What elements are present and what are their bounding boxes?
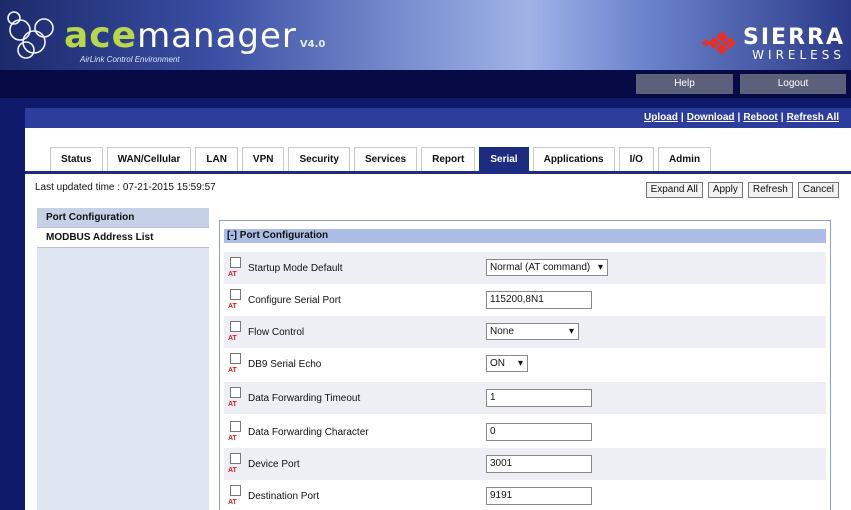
config-row: AT Device Port 3001 <box>224 448 826 480</box>
serial-echo-select[interactable]: ON ▾ <box>486 355 528 372</box>
flow-control-select[interactable]: None ▾ <box>486 323 579 340</box>
tab-vpn[interactable]: VPN <box>241 147 285 171</box>
row-label: Startup Mode Default <box>248 263 343 274</box>
forwarding-character-input[interactable]: 0 <box>486 423 592 441</box>
link-separator: | <box>780 112 784 123</box>
row-checkbox[interactable] <box>230 387 241 398</box>
row-label: Flow Control <box>248 327 305 338</box>
action-buttons: Expand All Apply Refresh Cancel <box>645 182 839 198</box>
sidebar-item-modbus-address-list[interactable]: MODBUS Address List <box>37 228 209 248</box>
config-row: AT Destination Port 9191 <box>224 480 826 510</box>
config-row: AT Data Forwarding Timeout 1 <box>224 382 826 414</box>
brand-diamond-icon <box>702 31 736 55</box>
row-checkbox[interactable] <box>230 289 241 300</box>
cancel-button[interactable]: Cancel <box>797 182 839 198</box>
select-value: ON <box>490 358 505 369</box>
at-badge: AT <box>228 303 237 310</box>
at-badge: AT <box>228 401 237 408</box>
action-links: Upload | Download | Reboot | Refresh All <box>644 112 839 123</box>
row-label: Data Forwarding Timeout <box>248 393 361 404</box>
header-banner: acemanager V4.0 AirLink Control Environme… <box>0 0 851 70</box>
upload-link[interactable]: Upload <box>644 112 678 123</box>
row-checkbox[interactable] <box>230 353 241 364</box>
refresh-all-link[interactable]: Refresh All <box>787 112 839 123</box>
brand-wordmark: SIERRA WIRELESS <box>743 25 845 63</box>
sidebar: Port Configuration MODBUS Address List <box>37 208 209 510</box>
serial-port-input[interactable]: 115200,8N1 <box>486 291 592 309</box>
tab-status[interactable]: Status <box>50 147 103 171</box>
row-checkbox[interactable] <box>230 421 241 432</box>
download-link[interactable]: Download <box>687 112 735 123</box>
links-bar: Upload | Download | Reboot | Refresh All <box>25 108 851 128</box>
top-nav-bar: Help Logout <box>0 70 851 98</box>
chevron-down-icon: ▾ <box>597 262 603 273</box>
at-badge: AT <box>228 499 237 506</box>
tab-serial[interactable]: Serial <box>479 147 529 171</box>
config-row: AT Configure Serial Port 115200,8N1 <box>224 284 826 316</box>
at-badge: AT <box>228 335 237 342</box>
config-row: AT Startup Mode Default Normal (AT comma… <box>224 252 826 284</box>
tab-underline <box>25 171 851 174</box>
section-header[interactable]: [-] Port Configuration <box>224 229 826 243</box>
row-checkbox[interactable] <box>230 257 241 268</box>
config-row: AT Data Forwarding Character 0 <box>224 416 826 448</box>
apply-button[interactable]: Apply <box>707 182 743 198</box>
select-value: None <box>490 326 514 337</box>
at-badge: AT <box>228 435 237 442</box>
logo-ace: ace <box>64 15 138 56</box>
row-checkbox[interactable] <box>230 321 241 332</box>
tab-wan-cellular[interactable]: WAN/Cellular <box>106 147 192 171</box>
link-separator: | <box>680 112 684 123</box>
logout-button[interactable]: Logout <box>740 74 846 94</box>
reboot-link[interactable]: Reboot <box>743 112 777 123</box>
link-separator: | <box>737 112 741 123</box>
brand-line1: SIERRA <box>743 25 845 50</box>
row-label: DB9 Serial Echo <box>248 359 322 370</box>
version-label: V4.0 <box>299 39 326 50</box>
refresh-button[interactable]: Refresh <box>747 182 793 198</box>
at-badge: AT <box>228 367 237 374</box>
main-tabs: Status WAN/Cellular LAN VPN Security Ser… <box>50 147 712 171</box>
logo-subtitle: AirLink Control Environment <box>80 55 180 64</box>
tab-applications[interactable]: Applications <box>532 147 615 171</box>
row-label: Device Port <box>248 459 300 470</box>
config-row: AT Flow Control None ▾ <box>224 316 826 348</box>
app-logo: acemanager V4.0 <box>64 15 326 56</box>
chevron-down-icon: ▾ <box>568 326 574 337</box>
destination-port-input[interactable]: 9191 <box>486 487 592 505</box>
last-updated-text: Last updated time : 07-21-2015 15:59:57 <box>35 182 216 193</box>
sidebar-item-port-configuration[interactable]: Port Configuration <box>37 208 209 228</box>
tab-io[interactable]: I/O <box>618 147 654 171</box>
logo-swirl-icon <box>7 11 54 59</box>
row-label: Data Forwarding Character <box>248 427 369 438</box>
tab-admin[interactable]: Admin <box>657 147 712 171</box>
help-button[interactable]: Help <box>636 74 733 94</box>
at-badge: AT <box>228 271 237 278</box>
at-badge: AT <box>228 467 237 474</box>
row-checkbox[interactable] <box>230 453 241 464</box>
tab-services[interactable]: Services <box>353 147 418 171</box>
tab-lan[interactable]: LAN <box>195 147 238 171</box>
logo-manager: manager <box>137 16 297 56</box>
config-row: AT DB9 Serial Echo ON ▾ <box>224 348 826 380</box>
tab-report[interactable]: Report <box>421 147 476 171</box>
tab-security[interactable]: Security <box>288 147 350 171</box>
brand-line2: WIRELESS <box>752 48 845 62</box>
expand-all-button[interactable]: Expand All <box>645 182 703 198</box>
row-label: Destination Port <box>248 491 320 502</box>
row-label: Configure Serial Port <box>248 295 341 306</box>
startup-mode-select[interactable]: Normal (AT command) ▾ <box>486 259 608 276</box>
select-value: Normal (AT command) <box>490 262 591 273</box>
row-checkbox[interactable] <box>230 485 241 496</box>
device-port-input[interactable]: 3001 <box>486 455 592 473</box>
chevron-down-icon: ▾ <box>517 358 523 369</box>
forwarding-timeout-input[interactable]: 1 <box>486 389 592 407</box>
